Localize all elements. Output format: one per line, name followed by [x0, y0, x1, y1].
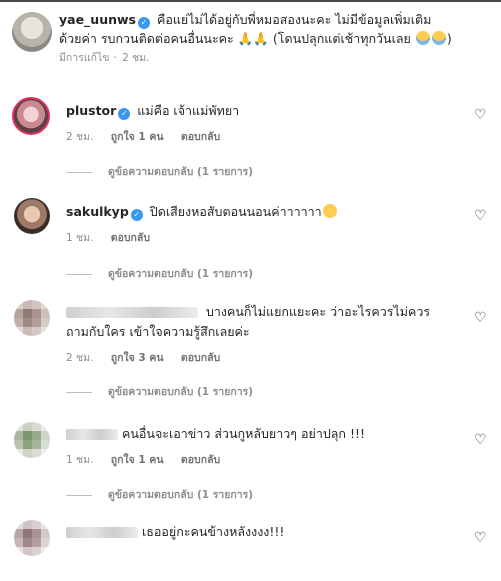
caption-username[interactable]: yae_uunws	[59, 12, 136, 27]
edited-label: มีการแก้ไข	[59, 52, 110, 64]
comment-username[interactable]: plustor	[66, 103, 116, 118]
avatar[interactable]	[14, 300, 50, 336]
crying-face-icon	[431, 31, 446, 45]
grinning-sweat-face-icon	[322, 204, 337, 218]
comment-text: เธออยู่กะคนข้างหลังงงง!!!	[141, 524, 285, 539]
comment-meta: 1 ชม. ตอบกลับ	[66, 229, 164, 246]
comment-username[interactable]: sakulkyp	[66, 204, 129, 219]
folded-hands-icon: 🙏🙏	[237, 31, 269, 46]
likes-count[interactable]: ถูกใจ 1 คน	[111, 131, 164, 143]
view-replies-button[interactable]: ดูข้อความตอบกลับ (1 รายการ)	[66, 486, 253, 503]
top-divider	[0, 0, 501, 2]
heart-outline-icon[interactable]: ♡	[474, 531, 487, 545]
verified-badge-icon: ✓	[130, 209, 143, 221]
comment-meta: 2 ชม. ถูกใจ 1 คน ตอบกลับ	[66, 128, 234, 145]
comment-body: คนอื่นจะเอาข่าว ส่วนกูหลับยาวๆ อย่าปลุก …	[66, 424, 451, 444]
comment-time: 2 ชม.	[66, 131, 94, 143]
crying-face-icon	[415, 31, 430, 45]
view-replies-button[interactable]: ดูข้อความตอบกลับ (1 รายการ)	[66, 163, 253, 180]
replies-line	[66, 391, 92, 393]
replies-line	[66, 171, 92, 173]
heart-outline-icon[interactable]: ♡	[474, 108, 487, 122]
comment-text-line-1: บางคนก็ไม่แยกแยะคะ ว่าอะไรควรไม่ควร	[205, 304, 431, 319]
blurred-username	[66, 429, 118, 440]
comment-meta: 1 ชม. ถูกใจ 1 คน ตอบกลับ	[66, 451, 234, 468]
comment-body: เธออยู่กะคนข้างหลังงงง!!!	[66, 522, 451, 542]
reply-button[interactable]: ตอบกลับ	[181, 352, 220, 364]
caption-line-1: คือแย่ไม่ได้อยู่กับพี่หมอสองนะคะ ไม่มีข้…	[156, 12, 432, 27]
heart-outline-icon[interactable]: ♡	[474, 433, 487, 447]
comment-text: คนอื่นจะเอาข่าว ส่วนกูหลับยาวๆ อย่าปลุก …	[121, 426, 366, 441]
likes-count[interactable]: ถูกใจ 3 คน	[111, 352, 164, 364]
comment-body: plustor ✓ แม่คือ เจ้าแม่พัทยา	[66, 101, 451, 121]
caption-time: 2 ชม.	[122, 52, 150, 64]
comment-text: ปิดเสียงหอสับตอนนอนค่าาาาาา	[149, 204, 322, 219]
comment-time: 2 ชม.	[66, 352, 94, 364]
view-replies-label: ดูข้อความตอบกลับ (1 รายการ)	[108, 489, 254, 501]
likes-count[interactable]: ถูกใจ 1 คน	[111, 454, 164, 466]
avatar[interactable]	[12, 12, 52, 52]
heart-outline-icon[interactable]: ♡	[474, 311, 487, 325]
comment-body: sakulkyp ✓ ปิดเสียงหอสับตอนนอนค่าาาาาา	[66, 202, 451, 222]
comment-time: 1 ชม.	[66, 232, 94, 244]
caption-line-2: ด้วยค่า รบกวนติดต่อคนอื่นนะคะ	[59, 31, 234, 46]
comment-text: แม่คือ เจ้าแม่พัทยา	[137, 103, 240, 118]
view-replies-button[interactable]: ดูข้อความตอบกลับ (1 รายการ)	[66, 265, 253, 282]
verified-badge-icon: ✓	[138, 17, 150, 29]
view-replies-label: ดูข้อความตอบกลับ (1 รายการ)	[108, 166, 254, 178]
view-replies-button[interactable]: ดูข้อความตอบกลับ (1 รายการ)	[66, 383, 253, 400]
reply-button[interactable]: ตอบกลับ	[181, 454, 220, 466]
avatar[interactable]	[14, 198, 50, 234]
comment-meta: 2 ชม. ถูกใจ 3 คน ตอบกลับ	[66, 349, 234, 366]
view-replies-label: ดูข้อความตอบกลับ (1 รายการ)	[108, 386, 254, 398]
blurred-username	[66, 527, 138, 538]
replies-line	[66, 494, 92, 496]
reply-button[interactable]: ตอบกลับ	[181, 131, 220, 143]
blurred-username	[66, 307, 198, 318]
caption-text: yae_uunws ✓ คือแย่ไม่ได้อยู่กับพี่หมอสองน…	[59, 12, 452, 64]
heart-outline-icon[interactable]: ♡	[474, 209, 487, 223]
reply-button[interactable]: ตอบกลับ	[111, 232, 150, 244]
avatar[interactable]	[12, 97, 50, 135]
caption-line-2-tail: (โดนปลุกแต่เช้าทุกวันเลย	[272, 31, 411, 46]
view-replies-label: ดูข้อความตอบกลับ (1 รายการ)	[108, 268, 254, 280]
avatar[interactable]	[14, 422, 50, 458]
avatar[interactable]	[14, 520, 50, 556]
replies-line	[66, 273, 92, 275]
comment-body: บางคนก็ไม่แยกแยะคะ ว่าอะไรควรไม่ควร ถามก…	[66, 302, 451, 342]
comment-time: 1 ชม.	[66, 454, 94, 466]
verified-badge-icon: ✓	[118, 108, 131, 120]
comment-text-line-2: ถามกับใคร เข้าใจความรู้สึกเลยค่ะ	[66, 324, 250, 339]
